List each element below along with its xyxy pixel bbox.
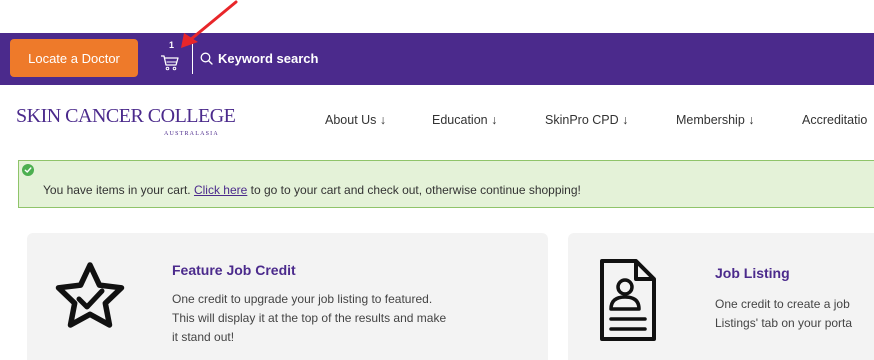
card-description-line: One credit to create a job — [715, 297, 850, 311]
card-description-line: One credit to upgrade your job listing t… — [172, 292, 433, 306]
nav-item-membership[interactable]: Membership ↓ — [676, 113, 755, 127]
search-icon — [200, 52, 213, 65]
cart-icon — [161, 55, 179, 71]
card-description-line: Listings' tab on your porta — [715, 316, 853, 330]
card-description: One credit to upgrade your job listing t… — [172, 290, 446, 347]
card-description-line: This will display it at the top of the r… — [172, 311, 447, 325]
cart-button[interactable]: 1 — [158, 39, 184, 77]
nav-item-about-us[interactable]: About Us ↓ — [325, 113, 386, 127]
top-gap — [0, 0, 874, 33]
locate-doctor-button[interactable]: Locate a Doctor — [10, 39, 138, 77]
cart-alert: You have items in your cart. Click here … — [18, 160, 874, 208]
alert-message: You have items in your cart. Click here … — [43, 183, 581, 197]
product-card-job-listing[interactable]: Job Listing One credit to create a job L… — [568, 233, 874, 360]
check-circle-icon — [22, 164, 34, 176]
site-logo[interactable]: SKIN CANCER COLLEGE AUSTRALASIA — [16, 105, 246, 139]
card-description-line: it stand out! — [172, 330, 235, 344]
utility-bar: Locate a Doctor 1 Keyword search — [0, 33, 874, 85]
logo-wordmark: SKIN CANCER COLLEGE — [16, 105, 236, 127]
main-nav: SKIN CANCER COLLEGE AUSTRALASIA About Us… — [0, 85, 874, 153]
cart-link[interactable]: Click here — [194, 183, 247, 197]
alert-text-after: to go to your cart and check out, otherw… — [247, 183, 581, 197]
card-title: Job Listing — [715, 265, 790, 281]
nav-item-accreditation[interactable]: Accreditatio — [802, 113, 867, 127]
keyword-search[interactable]: Keyword search — [200, 47, 318, 69]
logo-subtitle: AUSTRALASIA — [164, 131, 219, 137]
cart-count-badge: 1 — [169, 40, 175, 50]
star-check-icon — [55, 262, 125, 328]
search-divider — [192, 44, 193, 74]
search-label: Keyword search — [218, 50, 319, 66]
document-user-icon — [600, 259, 656, 341]
nav-item-education[interactable]: Education ↓ — [432, 113, 497, 127]
card-description: One credit to create a job Listings' tab… — [715, 295, 852, 333]
product-card-feature-job[interactable]: Feature Job Credit One credit to upgrade… — [27, 233, 548, 360]
card-title: Feature Job Credit — [172, 262, 296, 278]
alert-text-before: You have items in your cart. — [43, 183, 194, 197]
page: Locate a Doctor 1 Keyword search SKIN CA… — [0, 0, 874, 360]
nav-item-skinpro-cpd[interactable]: SkinPro CPD ↓ — [545, 113, 628, 127]
